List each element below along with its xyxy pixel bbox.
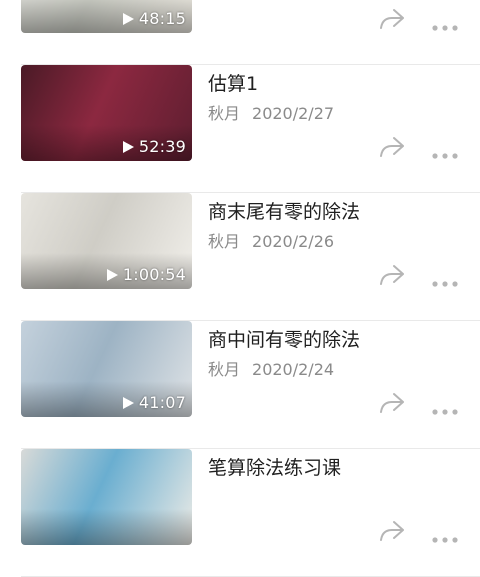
video-thumbnail[interactable]: 52:39 [21,65,192,161]
play-icon [122,140,134,153]
video-title[interactable]: 笔算除法练习课 [208,453,341,480]
video-item[interactable]: 1:00:54 商末尾有零的除法 秋月 2020/2/26 [0,193,480,321]
play-icon [106,268,118,281]
play-icon [122,12,134,25]
share-icon[interactable] [379,392,405,414]
video-thumbnail[interactable]: 48:15 [21,0,192,33]
duration-text: 1:00:54 [122,265,186,284]
more-icon[interactable] [432,528,458,543]
duration-text: 48:15 [138,9,186,28]
video-thumbnail[interactable]: 41:07 [21,321,192,417]
duration-badge: 52:39 [122,137,186,156]
more-icon[interactable] [432,272,458,287]
publish-date: 2020/2/26 [252,232,335,251]
video-thumbnail[interactable]: 1:00:54 [21,193,192,289]
video-item[interactable]: 笔算除法练习课 [0,449,480,577]
video-title[interactable]: 商中间有零的除法 [208,325,360,352]
duration-badge: 1:00:54 [106,265,186,284]
share-icon[interactable] [379,8,405,30]
duration-text: 41:07 [138,393,186,412]
share-icon[interactable] [379,264,405,286]
more-icon[interactable] [432,400,458,415]
author-name: 秋月 [208,232,241,251]
publish-date: 2020/2/27 [252,104,335,123]
video-item[interactable]: 52:39 估算1 秋月 2020/2/27 [0,65,480,193]
play-icon [122,396,134,409]
duration-badge: 41:07 [122,393,186,412]
more-icon[interactable] [432,16,458,31]
video-title[interactable]: 估算1 [208,69,258,96]
publish-date: 2020/2/24 [252,360,335,379]
video-meta: 秋月 2020/2/24 [208,356,334,380]
author-name: 秋月 [208,360,241,379]
share-icon[interactable] [379,136,405,158]
author-name: 秋月 [208,104,241,123]
duration-badge: 48:15 [122,9,186,28]
duration-text: 52:39 [138,137,186,156]
more-icon[interactable] [432,144,458,159]
video-item[interactable]: 41:07 商中间有零的除法 秋月 2020/2/24 [0,321,480,449]
share-icon[interactable] [379,520,405,542]
video-meta: 秋月 2020/2/27 [208,100,334,124]
video-item[interactable]: 48:15 [0,0,480,65]
video-meta: 秋月 2020/2/26 [208,228,334,252]
video-title[interactable]: 商末尾有零的除法 [208,197,360,224]
video-thumbnail[interactable] [21,449,192,545]
